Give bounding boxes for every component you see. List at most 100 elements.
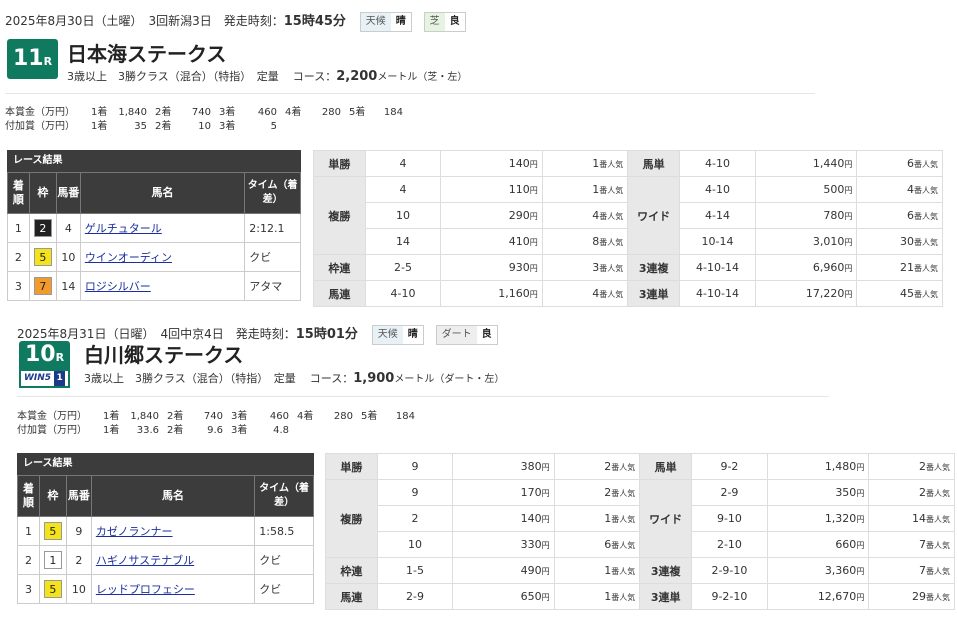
weather-label: 天候: [360, 12, 391, 31]
finish-position: 1: [17, 516, 40, 546]
surface-label: 芝: [424, 12, 445, 31]
prize-cell: 2着: [167, 411, 184, 422]
payout-amount: 330: [520, 538, 542, 551]
popularity: 29: [912, 590, 926, 603]
prize-cell: 3着: [231, 411, 248, 422]
payout-combo: 9-2-10: [691, 583, 768, 610]
payout-amount: 17,220: [805, 287, 845, 300]
waku-number: 5: [43, 580, 62, 598]
payout-amount: 140: [520, 512, 542, 525]
surface-label: ダート: [436, 325, 477, 344]
finish-time: アタマ: [244, 271, 301, 301]
results-header: 馬名: [79, 172, 246, 214]
waku-number: 5: [43, 522, 62, 540]
race-date: 2025年8月30日（土曜）: [5, 14, 143, 28]
popularity-unit: 番人気: [914, 290, 938, 299]
bet-type: ワイド: [639, 479, 693, 558]
race-meeting: 3回新潟3日: [148, 14, 212, 28]
prize-label: 付加賞（万円）: [5, 121, 75, 132]
finish-position: 1: [7, 213, 30, 243]
popularity-unit: 番人気: [926, 489, 950, 498]
horse-name-link[interactable]: ロジシルバー: [85, 280, 151, 293]
course-unit: メートル（芝・左）: [377, 72, 468, 83]
prize-cell: 184: [383, 107, 403, 118]
track-condition-tag: 芝良: [423, 11, 466, 32]
prize-row: 付加賞（万円） 1着 35 2着 10 3着 5: [5, 117, 411, 132]
prize-cell: 3着: [219, 121, 236, 132]
yen-unit: 円: [844, 290, 853, 299]
payout-combo: 9: [376, 453, 454, 480]
payout-amount: 380: [520, 460, 542, 473]
bet-type: 複勝: [313, 176, 366, 255]
start-label: 発走時刻：: [235, 327, 296, 341]
yen-unit: 円: [856, 463, 865, 472]
results-header: 馬番: [55, 172, 81, 214]
prize-cell: 35: [134, 121, 147, 132]
horse-number: 10: [55, 242, 81, 272]
payout-combo: 10: [376, 531, 454, 558]
race-class: 3歳以上 3勝クラス（混合）（特指） 定量: [84, 372, 296, 385]
prize-cell: 4着: [297, 411, 314, 422]
payout-amount: 290: [508, 209, 530, 222]
horse-name-link[interactable]: ウインオーディン: [85, 251, 172, 264]
start-time: 15時45分: [283, 14, 346, 29]
bet-type: 馬連: [325, 583, 378, 610]
horse-name-link[interactable]: レッドプロフェシー: [96, 583, 195, 596]
popularity-unit: 番人気: [599, 290, 624, 299]
table-row: 2 5 10 ウインオーディン クビ: [7, 242, 301, 272]
yen-unit: 円: [529, 212, 538, 221]
bet-type: 単勝: [325, 453, 378, 480]
table-row: 1 5 9 カゼノランナー 1:58.5: [17, 516, 314, 546]
bet-type: 3連単: [639, 583, 693, 610]
race-conditions: 3歳以上 3勝クラス（混合）（特指） 定量 コース：1,900メートル（ダート・左…: [84, 370, 504, 386]
bet-type: 3連単: [627, 280, 681, 307]
horse-number: 9: [65, 516, 92, 546]
payout-combo: 10-14: [679, 228, 756, 255]
race-number-badge: 11R: [7, 39, 58, 79]
finish-position: 3: [17, 574, 40, 604]
bet-type: ワイド: [627, 176, 681, 255]
popularity: 4: [907, 183, 914, 196]
prize-cell: 9.6: [207, 425, 223, 436]
waku-number: 7: [33, 277, 52, 295]
course-label: コース：: [292, 70, 337, 83]
weather-value: 晴: [402, 325, 423, 344]
popularity-unit: 番人気: [599, 238, 624, 247]
horse-number: 4: [55, 213, 81, 243]
payout-row: 単勝 4 140円 1番人気 馬単 4-10 1,440円 6番人気: [313, 150, 943, 177]
prize-cell: 10: [198, 121, 211, 132]
prize-cell: 184: [395, 411, 415, 422]
yen-unit: 円: [844, 264, 853, 273]
yen-unit: 円: [844, 160, 853, 169]
horse-name-link[interactable]: カゼノランナー: [96, 525, 173, 538]
prize-money: 本賞金（万円） 1着 1,840 2着 740 3着 460 4着 280 5着 184 付加賞（万円…: [17, 407, 423, 436]
popularity-unit: 番人気: [611, 567, 636, 576]
finish-time: 2:12.1: [244, 213, 301, 243]
results-header: 馬名: [90, 475, 256, 517]
finish-time: クビ: [254, 574, 314, 604]
finish-position: 3: [7, 271, 30, 301]
weather-value: 晴: [390, 12, 411, 31]
course-distance: 1,900: [353, 371, 395, 386]
bet-type: 複勝: [325, 479, 378, 558]
prize-cell: 1着: [103, 411, 120, 422]
popularity-unit: 番人気: [926, 541, 950, 550]
popularity: 14: [912, 512, 926, 525]
prize-cell: 4.8: [273, 425, 289, 436]
horse-name-link[interactable]: ゲルチュタール: [85, 222, 162, 235]
payout-amount: 12,670: [817, 590, 857, 603]
yen-unit: 円: [856, 489, 865, 498]
results-header: 枠: [38, 475, 67, 517]
race-header-line: 2025年8月30日（土曜） 3回新潟3日 発走時刻：15時45分 天候晴 芝良: [5, 10, 466, 32]
horse-number: 14: [55, 271, 81, 301]
win5-leg: 1: [54, 371, 66, 386]
course-distance: 2,200: [336, 69, 378, 84]
race-results: レース結果 着順枠馬番 馬名 タイム（着差） 1 2 4 ゲルチュタール 2:12.1 2 5 10 ウ…: [7, 150, 301, 301]
bet-type: 馬単: [627, 150, 681, 177]
horse-name-link[interactable]: ハギノサステナブル: [96, 554, 194, 567]
bet-type: 枠連: [325, 557, 378, 584]
prize-cell: 2着: [155, 107, 172, 118]
race-class: 3歳以上 3勝クラス（混合）（特指） 定量: [67, 70, 279, 83]
popularity-unit: 番人気: [599, 264, 624, 273]
payout-amount: 350: [835, 486, 857, 499]
